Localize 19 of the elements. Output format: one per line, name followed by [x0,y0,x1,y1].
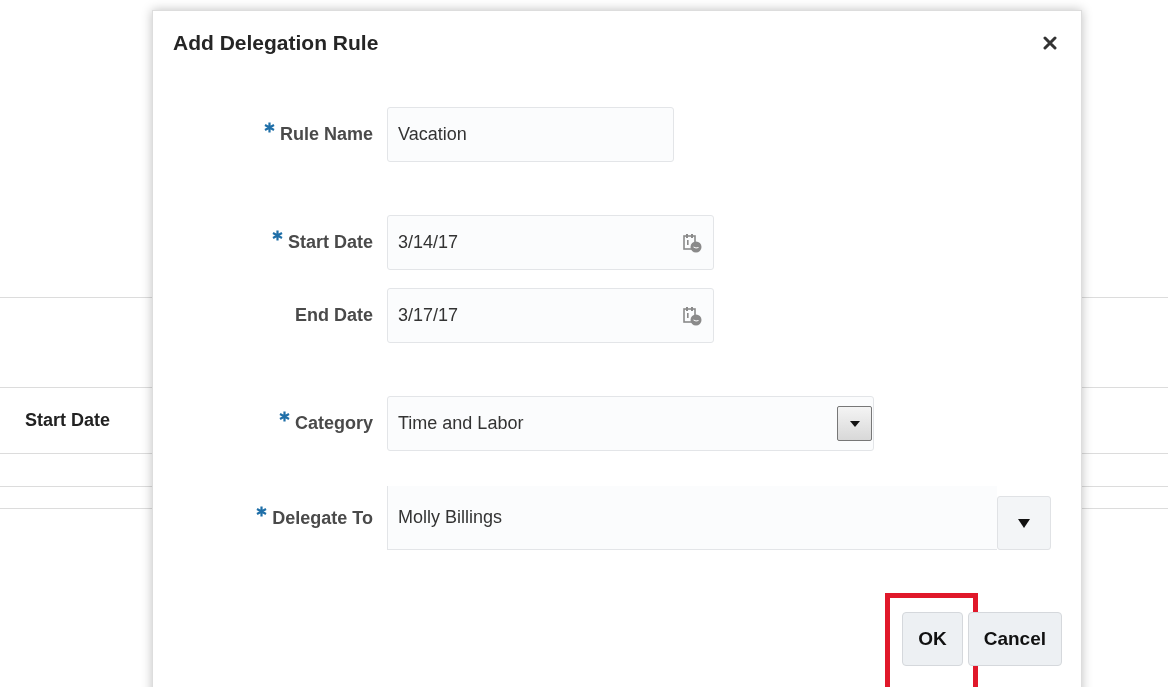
calendar-clock-icon[interactable] [683,232,703,253]
dropdown-arrow-icon [1018,518,1030,528]
field-label: Delegate To [272,507,373,529]
column-header: Start Date [25,410,111,431]
dialog-title: Add Delegation Rule [173,31,379,55]
close-icon[interactable] [1041,34,1059,52]
calendar-clock-icon[interactable] [683,305,703,326]
dialog-button[interactable]: Cancel [967,612,1062,666]
field-label: Rule Name [279,124,373,145]
delegate-field[interactable]: Molly Billings [387,486,997,550]
field-label: Category [294,413,373,434]
text-field[interactable]: Vacation [387,107,674,162]
dropdown-button[interactable] [997,496,1051,550]
dialog-button[interactable]: OK [902,612,963,666]
field-label: End Date [295,305,373,326]
category-dropdown[interactable]: Time and Labor [387,396,874,451]
date-field[interactable]: 3/14/17 [387,215,714,270]
date-field[interactable]: 3/17/17 [387,288,714,343]
field-label: Start Date [287,232,373,253]
